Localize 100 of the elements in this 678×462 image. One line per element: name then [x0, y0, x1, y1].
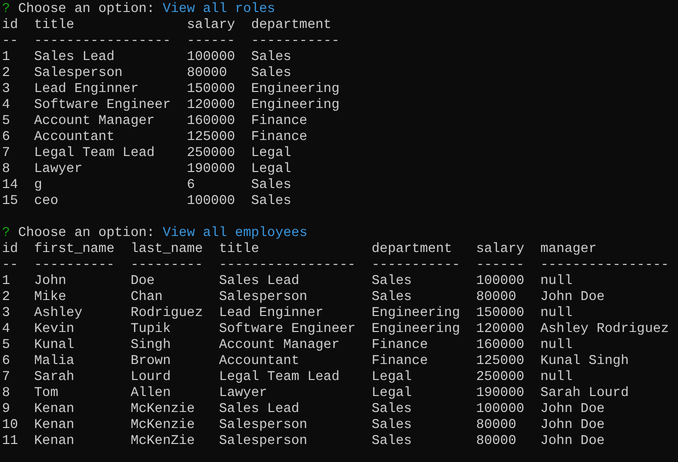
- table-cell: Ashley Rodriguez: [540, 322, 669, 338]
- table-cell-text: 250000: [476, 370, 526, 386]
- table-cell-text: Legal: [372, 370, 413, 386]
- table-cell-text: Finance: [251, 130, 308, 146]
- table-cell-text: 150000: [186, 82, 236, 98]
- selected-answer: View all roles: [162, 2, 276, 18]
- prompt-mark: ?: [2, 2, 10, 18]
- table-cell-text: 2: [2, 290, 12, 306]
- table-cell-text: Accountant: [218, 354, 300, 370]
- table-cell-text: 100000: [186, 50, 236, 66]
- dash-rule: -----------------: [218, 258, 357, 274]
- table-cell-text: null: [540, 274, 574, 290]
- table-cell-text: Legal: [251, 146, 292, 162]
- table-cell-text: Sarah: [34, 370, 76, 386]
- table-cell-text: 1: [2, 274, 12, 290]
- table-cell-text: Legal Team Lead: [34, 146, 156, 162]
- table-cell-text: 5: [2, 338, 12, 354]
- table-cell-text: 125000: [186, 130, 236, 146]
- dash-rule: ---------: [130, 258, 204, 274]
- table-cell-text: 3: [2, 82, 12, 98]
- table-cell-text: Salesperson: [218, 434, 308, 450]
- table-cell-text: Lead Enginner: [218, 306, 324, 322]
- table-cell-text: Engineering: [372, 322, 462, 338]
- table-cell-text: 120000: [186, 98, 236, 114]
- table-cell-text: Accountant: [34, 130, 116, 146]
- table-cell-text: 100000: [476, 274, 526, 290]
- prompt-label: Choose an option:: [18, 2, 155, 18]
- table-cell-text: Brown: [130, 354, 172, 370]
- table-cell-text: Sales: [372, 290, 413, 306]
- table-cell-text: Sales: [372, 418, 413, 434]
- table-cell-text: Kevin: [34, 322, 76, 338]
- column-header: title: [34, 18, 76, 34]
- table-cell-text: Kunal: [34, 338, 76, 354]
- table-cell-text: Legal Team Lead: [218, 370, 340, 386]
- table-cell-text: 6: [2, 130, 12, 146]
- table-cell-text: Lead Enginner: [34, 82, 140, 98]
- table-cell-text: Finance: [372, 354, 429, 370]
- table-cell-text: John: [34, 274, 68, 290]
- table-cell-text: Lawyer: [34, 162, 84, 178]
- table-cell-text: 7: [2, 146, 12, 162]
- column-header: id: [2, 18, 20, 34]
- dash-rule: ----------: [34, 258, 116, 274]
- table-cell-text: Sales: [372, 402, 413, 418]
- table-cell-text: Kunal Singh: [540, 354, 630, 370]
- table-cell-text: 125000: [476, 354, 526, 370]
- table-cell-text: Tom: [34, 386, 60, 402]
- table-cell-text: 190000: [476, 386, 526, 402]
- table-cell-text: McKenZie: [130, 434, 196, 450]
- dash-rule: ------: [186, 34, 236, 50]
- table-cell-text: Account Manager: [218, 338, 340, 354]
- table-cell-text: 1: [2, 50, 12, 66]
- table-cell-text: Salesperson: [34, 66, 124, 82]
- column-header: department: [372, 242, 453, 258]
- table-cell-text: Sales Lead: [34, 50, 116, 66]
- table-cell-text: Mike: [34, 290, 68, 306]
- table-cell-text: Software Engineer: [218, 322, 357, 338]
- table-cell-text: 100000: [476, 402, 526, 418]
- table-cell-text: Tupik: [130, 322, 172, 338]
- dash-rule: --: [2, 34, 20, 50]
- dash-rule: ------: [476, 258, 526, 274]
- table-cell-text: 150000: [476, 306, 526, 322]
- table-cell-text: 80000: [476, 290, 518, 306]
- table-cell: Engineering: [251, 82, 340, 98]
- table-cell-text: 14: [2, 178, 20, 194]
- table-cell-text: 9: [2, 402, 12, 418]
- table-cell-text: Finance: [251, 114, 308, 130]
- table-cell-text: Finance: [372, 338, 429, 354]
- table-cell-text: 190000: [186, 162, 236, 178]
- dash-rule: --: [2, 258, 20, 274]
- table-cell-text: 8: [2, 386, 12, 402]
- table-cell-text: null: [540, 306, 574, 322]
- selected-answer: View all employees: [162, 226, 308, 242]
- table-cell-text: 2: [2, 66, 12, 82]
- table-cell-text: John Doe: [540, 418, 606, 434]
- table-cell-text: 160000: [476, 338, 526, 354]
- table-cell-text: Malia: [34, 354, 76, 370]
- table-cell-text: Legal: [251, 162, 292, 178]
- table-cell-text: Sales: [251, 66, 292, 82]
- table-cell: Engineering: [251, 98, 340, 114]
- dash-rule: -----------: [251, 34, 340, 50]
- table-cell-text: 11: [2, 434, 20, 450]
- table-cell-text: 100000: [186, 194, 236, 210]
- table-cell-text: Account Manager: [34, 114, 156, 130]
- table-cell-text: Lawyer: [218, 386, 268, 402]
- table-cell-text: g: [34, 178, 44, 194]
- prompt-mark: ?: [2, 226, 10, 242]
- table-cell-text: 80000: [186, 66, 228, 82]
- table-cell-text: Legal: [372, 386, 413, 402]
- table-cell-text: Doe: [130, 274, 156, 290]
- table-cell-text: John Doe: [540, 434, 606, 450]
- table-cell-text: Sales: [372, 434, 413, 450]
- table-cell-text: Singh: [130, 338, 172, 354]
- table-cell-text: McKenzie: [130, 402, 196, 418]
- dash-rule: ----------------: [540, 258, 669, 274]
- dash-rule: -----------------: [34, 34, 172, 50]
- table-cell-text: 3: [2, 306, 12, 322]
- table-cell-text: Kenan: [34, 434, 76, 450]
- table-cell-text: 4: [2, 98, 12, 114]
- table-cell-text: 80000: [476, 418, 518, 434]
- table-cell-text: Sales Lead: [218, 274, 300, 290]
